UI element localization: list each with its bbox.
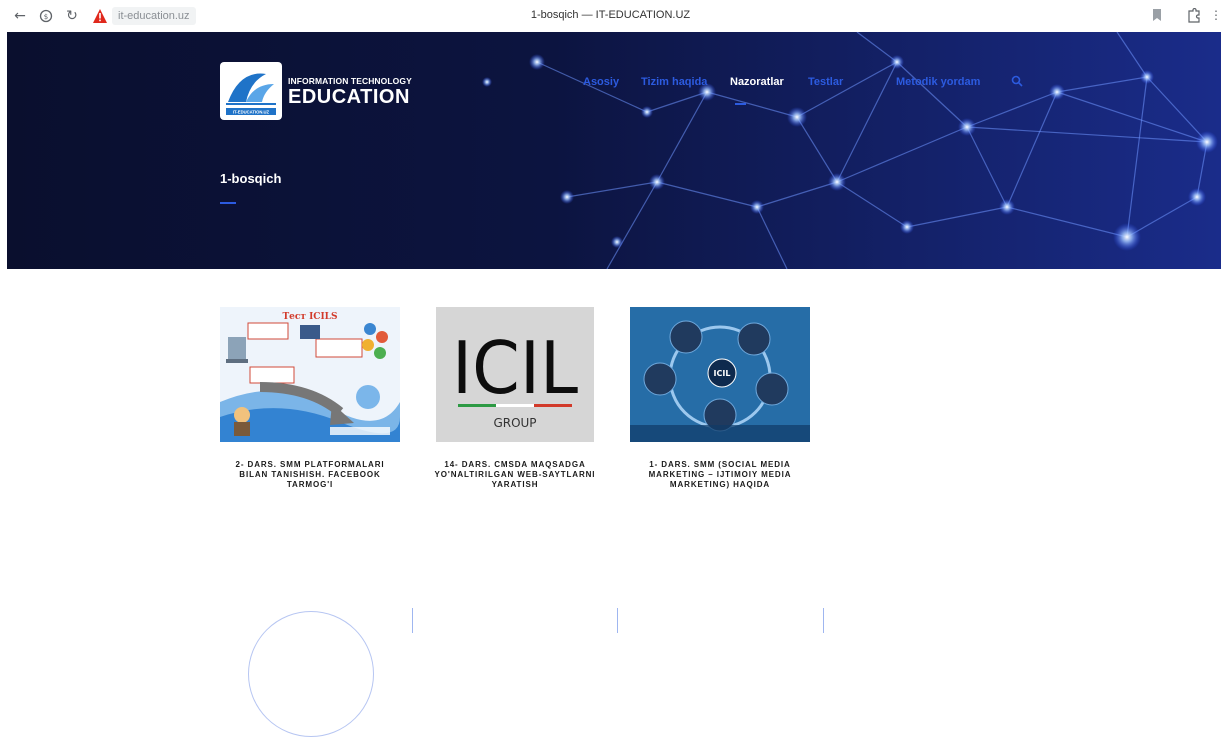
logo-mark-text: IT-EDUCATION.UZ [233,110,270,115]
active-menu-indicator [735,103,746,105]
footer-circle-graphic [248,611,374,737]
more-icon[interactable]: ⋮ [1210,8,1221,24]
page-heading: 1-bosqich [220,171,282,186]
lesson-thumbnail[interactable]: Тест ICILS [220,307,400,442]
heading-underline [220,202,236,204]
warning-icon[interactable] [92,8,108,24]
lesson-card-title[interactable]: 1- DARS. SMM (SOCIAL MEDIA MARKETING – I… [630,460,810,490]
reload-icon[interactable]: ↻ [64,8,80,24]
menu-item-asosiy[interactable]: Asosiy [583,76,619,88]
thumbnail-caption: ICIL [714,369,731,378]
svg-text:$: $ [44,13,48,21]
thumbnail-caption: Тест ICILS [282,312,337,322]
back-arrow-icon[interactable]: ← [12,8,28,24]
logo-book-icon: IT-EDUCATION.UZ [220,62,282,120]
logo-tagline: INFORMATION TECHNOLOGY [288,76,412,86]
footer-divider [617,608,618,633]
network-background [7,32,1221,269]
lesson-thumbnail[interactable]: ICIL GROUP [425,307,605,442]
menu-item-metodik-yordam[interactable]: Metodik yordam [896,76,980,88]
address-bar[interactable]: it-education.uz [112,7,196,25]
site-logo[interactable]: IT-EDUCATION.UZ INFORMATION TECHNOLOGY E… [220,62,430,120]
thumbnail-subcaption: GROUP [493,416,536,430]
menu-item-testlar[interactable]: Testlar [808,76,843,88]
menu-item-nazoratlar[interactable]: Nazoratlar [730,76,784,88]
lesson-thumbnail[interactable]: ICIL [630,307,810,442]
menu-item-tizim-haqida[interactable]: Tizim haqida [641,76,707,88]
extension-icon[interactable] [1186,7,1202,24]
lesson-card-title[interactable]: 2- DARS. SMM PLATFORMALARI BILAN TANISHI… [220,460,400,490]
footer-divider [823,608,824,633]
thumbnail-caption: ICIL [452,326,578,410]
bookmark-icon[interactable] [1152,8,1162,24]
footer-section [0,600,1221,737]
browser-toolbar: ← $ ↻ it-education.uz 1-bosqich — IT-EDU… [0,0,1221,32]
hero-banner: IT-EDUCATION.UZ INFORMATION TECHNOLOGY E… [7,32,1221,269]
footer-divider [412,608,413,633]
logo-wordmark: EDUCATION [288,86,410,108]
lesson-card-title[interactable]: 14- DARS. CMSDA MAQSADGA YO'NALTIRILGAN … [425,460,605,490]
search-icon[interactable] [1011,75,1025,89]
shield-icon[interactable]: $ [38,8,54,24]
